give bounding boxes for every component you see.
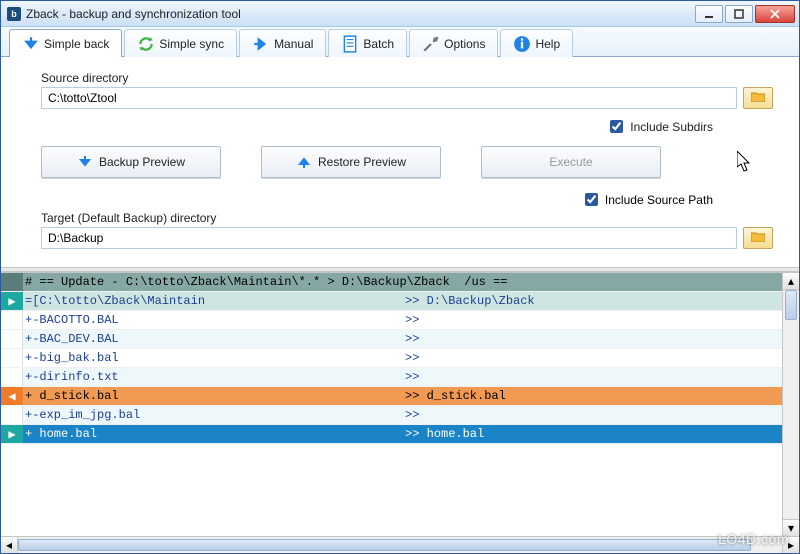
scroll-down-button[interactable]: ▾	[783, 519, 799, 536]
include-source-path-checkbox[interactable]	[585, 193, 598, 206]
info-icon	[513, 35, 531, 53]
maximize-button[interactable]	[725, 5, 753, 23]
tab-help[interactable]: Help	[500, 29, 573, 57]
vertical-scrollbar[interactable]: ▴ ▾	[782, 273, 799, 536]
log-row[interactable]: +-dirinfo.txt>>	[1, 368, 782, 387]
arrow-right-icon	[252, 35, 270, 53]
log-row[interactable]: ▶+ home.bal>> home.bal	[1, 425, 782, 444]
include-subdirs-option[interactable]: Include Subdirs	[606, 117, 713, 136]
app-window: b Zback - backup and synchronization too…	[0, 0, 800, 554]
include-subdirs-checkbox[interactable]	[610, 120, 623, 133]
log-text: +-BACOTTO.BAL>>	[23, 311, 782, 329]
tab-label: Options	[444, 37, 485, 51]
browse-source-button[interactable]	[743, 87, 773, 109]
log-row[interactable]: +-exp_im_jpg.bal>>	[1, 406, 782, 425]
log-row[interactable]: ◀+ d_stick.bal>> d_stick.bal	[1, 387, 782, 406]
include-subdirs-label: Include Subdirs	[630, 120, 713, 134]
window-controls	[695, 5, 799, 23]
document-icon	[341, 35, 359, 53]
tab-simple-back[interactable]: Simple back	[9, 29, 122, 57]
log-row[interactable]: +-BAC_DEV.BAL>>	[1, 330, 782, 349]
tab-options[interactable]: Options	[409, 29, 498, 57]
log-gutter-icon: ▶	[1, 292, 23, 310]
horizontal-scrollbar[interactable]: ◂ ▸	[1, 536, 799, 553]
log-text: =[C:\totto\Zback\Maintain>> D:\Backup\Zb…	[23, 292, 782, 310]
scroll-up-button[interactable]: ▴	[783, 273, 799, 290]
button-label: Backup Preview	[99, 155, 185, 169]
log-gutter-icon	[1, 368, 23, 386]
log-gutter-icon: ▶	[1, 425, 23, 443]
log-text: + home.bal>> home.bal	[23, 425, 782, 443]
source-dir-label: Source directory	[41, 71, 773, 85]
include-source-path-label: Include Source Path	[605, 193, 713, 207]
log-row[interactable]: +-big_bak.bal>>	[1, 349, 782, 368]
log-row[interactable]: +-BACOTTO.BAL>>	[1, 311, 782, 330]
include-source-path-option[interactable]: Include Source Path	[581, 190, 713, 209]
scroll-track-h[interactable]	[18, 537, 782, 553]
log-gutter-icon	[1, 330, 23, 348]
log-gutter-icon	[1, 273, 23, 291]
log-gutter-icon: ◀	[1, 387, 23, 405]
source-dir-input[interactable]	[41, 87, 737, 109]
log-text: # == Update - C:\totto\Zback\Maintain\*.…	[23, 273, 782, 291]
arrow-down-icon	[22, 35, 40, 53]
window-title: Zback - backup and synchronization tool	[26, 7, 695, 21]
close-button[interactable]	[755, 5, 795, 23]
title-bar: b Zback - backup and synchronization too…	[1, 1, 799, 27]
log-text: +-BAC_DEV.BAL>>	[23, 330, 782, 348]
scroll-track[interactable]	[783, 290, 799, 519]
arrow-up-icon	[296, 154, 312, 170]
button-label: Restore Preview	[318, 155, 406, 169]
scroll-thumb-h[interactable]	[18, 539, 751, 551]
minimize-button[interactable]	[695, 5, 723, 23]
target-dir-input[interactable]	[41, 227, 737, 249]
tab-manual[interactable]: Manual	[239, 29, 326, 57]
log-text: +-dirinfo.txt>>	[23, 368, 782, 386]
log-gutter-icon	[1, 406, 23, 424]
tab-label: Batch	[363, 37, 394, 51]
log-gutter-icon	[1, 311, 23, 329]
log-text: + d_stick.bal>> d_stick.bal	[23, 387, 782, 405]
log-gutter-icon	[1, 349, 23, 367]
tab-label: Simple sync	[159, 37, 224, 51]
folder-icon	[751, 231, 765, 245]
execute-button: Execute	[481, 146, 661, 178]
log-pane: # == Update - C:\totto\Zback\Maintain\*.…	[1, 272, 799, 536]
target-dir-label: Target (Default Backup) directory	[41, 211, 773, 225]
tab-bar: Simple back Simple sync Manual Batch Opt…	[1, 27, 799, 57]
tab-batch[interactable]: Batch	[328, 29, 407, 57]
scroll-right-button[interactable]: ▸	[782, 537, 799, 553]
arrow-down-icon	[77, 154, 93, 170]
sync-icon	[137, 35, 155, 53]
tab-label: Simple back	[44, 37, 109, 51]
scroll-thumb[interactable]	[785, 290, 797, 320]
log-list[interactable]: # == Update - C:\totto\Zback\Maintain\*.…	[1, 273, 782, 536]
tab-simple-sync[interactable]: Simple sync	[124, 29, 237, 57]
tab-label: Manual	[274, 37, 313, 51]
simple-back-panel: Source directory Include Subdirs Backup …	[1, 57, 799, 267]
log-text: +-big_bak.bal>>	[23, 349, 782, 367]
log-row[interactable]: # == Update - C:\totto\Zback\Maintain\*.…	[1, 273, 782, 292]
folder-icon	[751, 91, 765, 105]
log-text: +-exp_im_jpg.bal>>	[23, 406, 782, 424]
tab-label: Help	[535, 37, 560, 51]
button-label: Execute	[549, 155, 592, 169]
tools-icon	[422, 35, 440, 53]
backup-preview-button[interactable]: Backup Preview	[41, 146, 221, 178]
restore-preview-button[interactable]: Restore Preview	[261, 146, 441, 178]
app-icon: b	[7, 7, 21, 21]
browse-target-button[interactable]	[743, 227, 773, 249]
log-row[interactable]: ▶=[C:\totto\Zback\Maintain>> D:\Backup\Z…	[1, 292, 782, 311]
scroll-left-button[interactable]: ◂	[1, 537, 18, 553]
